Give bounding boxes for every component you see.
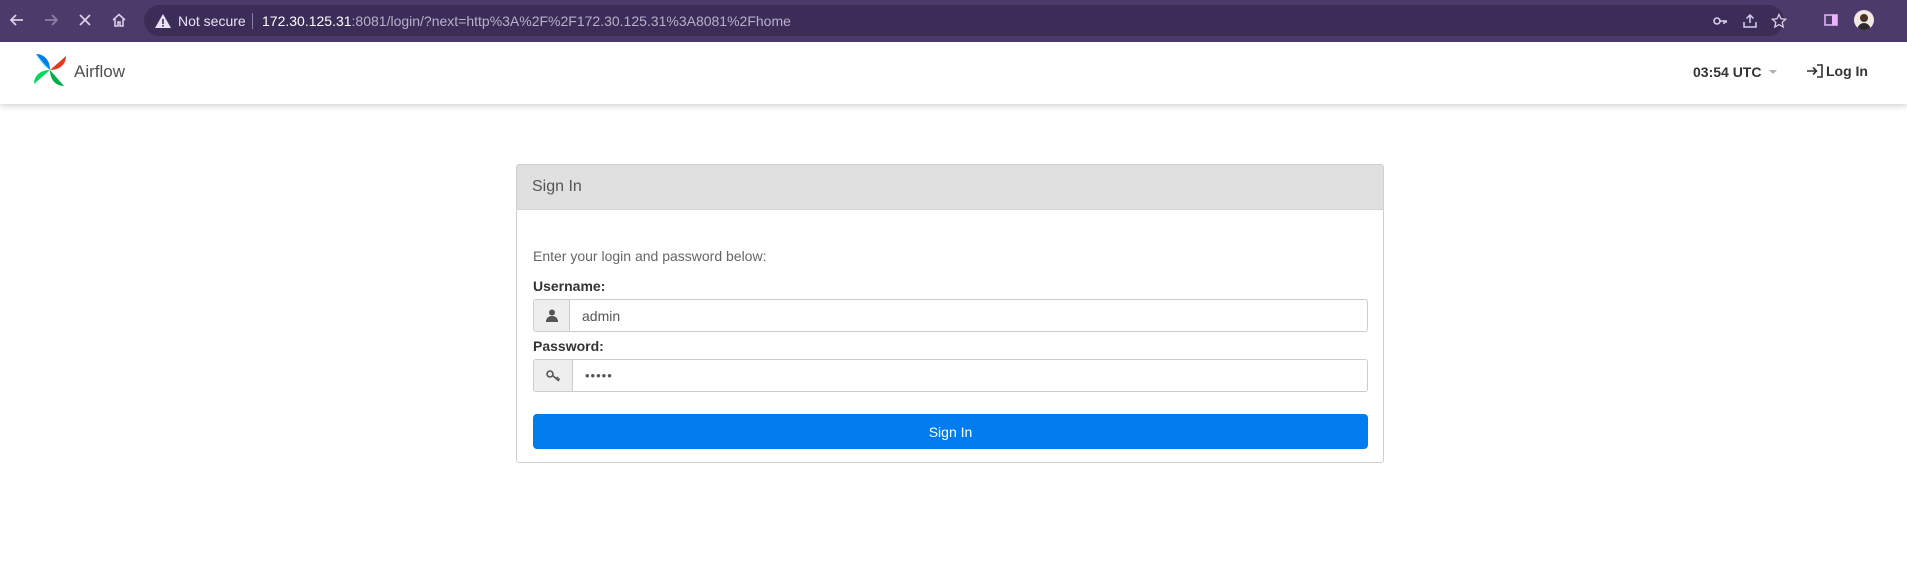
- brand-link[interactable]: Airflow: [30, 52, 125, 92]
- address-bar[interactable]: Not secure 172.30.125.31:8081/login/?nex…: [144, 5, 1787, 36]
- star-icon[interactable]: [1769, 11, 1789, 31]
- top-navbar: Airflow 03:54 UTC Log In: [0, 42, 1907, 104]
- caret-down-icon: [1769, 70, 1778, 74]
- url-path: :8081/login/?next=http%3A%2F%2F172.30.12…: [351, 13, 791, 29]
- key-icon[interactable]: [1710, 11, 1730, 31]
- address-divider: [252, 13, 253, 29]
- security-status[interactable]: Not secure: [178, 12, 246, 30]
- username-label: Username:: [533, 278, 606, 294]
- clock-dropdown[interactable]: 03:54 UTC: [1693, 64, 1778, 80]
- login-link-label: Log In: [1826, 63, 1868, 79]
- share-icon[interactable]: [1740, 11, 1760, 31]
- side-panel-icon[interactable]: [1820, 9, 1842, 31]
- key-icon: [534, 360, 573, 391]
- brand-name: Airflow: [74, 62, 126, 81]
- airflow-logo-icon: [30, 50, 70, 95]
- password-label: Password:: [533, 338, 604, 354]
- user-icon: [534, 300, 570, 331]
- warning-icon[interactable]: [154, 12, 172, 30]
- url-text[interactable]: 172.30.125.31:8081/login/?next=http%3A%2…: [262, 12, 791, 30]
- password-field[interactable]: •••••: [533, 359, 1368, 392]
- sign-in-button[interactable]: Sign In: [533, 414, 1368, 449]
- back-icon[interactable]: [6, 9, 28, 31]
- login-link[interactable]: Log In: [1806, 63, 1868, 79]
- sign-in-icon: [1807, 64, 1823, 78]
- browser-toolbar: Not secure 172.30.125.31:8081/login/?nex…: [0, 0, 1907, 42]
- url-host: 172.30.125.31: [262, 13, 352, 29]
- panel-heading: Sign In: [517, 165, 1383, 210]
- login-instructions: Enter your login and password below:: [533, 248, 767, 264]
- username-input[interactable]: admin: [570, 300, 1367, 331]
- password-input[interactable]: •••••: [573, 360, 1367, 391]
- profile-avatar[interactable]: [1853, 9, 1875, 31]
- login-panel: Sign In Enter your login and password be…: [516, 164, 1384, 463]
- stop-loading-icon[interactable]: [74, 9, 96, 31]
- username-field[interactable]: admin: [533, 299, 1368, 332]
- home-icon[interactable]: [108, 9, 130, 31]
- clock-time: 03:54 UTC: [1693, 64, 1762, 80]
- forward-icon[interactable]: [40, 9, 62, 31]
